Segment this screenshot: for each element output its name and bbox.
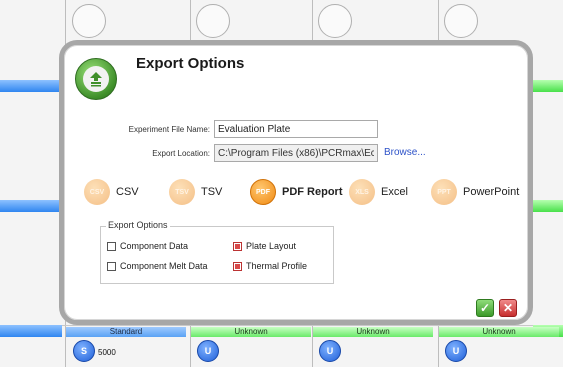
format-tsv-option[interactable]: TSV TSV xyxy=(169,179,222,205)
ppt-icon: PPT xyxy=(431,179,457,205)
well-status-bar xyxy=(0,325,62,337)
browse-link[interactable]: Browse... xyxy=(384,147,426,158)
plate-layout-checkbox[interactable]: Plate Layout xyxy=(233,241,296,251)
unknown-badge-icon[interactable]: U xyxy=(445,340,467,362)
unknown-badge-icon[interactable]: U xyxy=(197,340,219,362)
checkbox-icon xyxy=(107,241,116,251)
standard-badge-icon[interactable]: S xyxy=(73,340,95,362)
csv-icon: CSV xyxy=(84,179,110,205)
checkbox-checked-icon xyxy=(233,241,242,251)
export-options-dialog: Export Options Experiment File Name: Exp… xyxy=(59,40,533,325)
export-location-label: Export Location: xyxy=(152,149,210,158)
thermal-profile-checkbox[interactable]: Thermal Profile xyxy=(233,261,307,271)
well-status-bar xyxy=(0,80,62,92)
format-label: TSV xyxy=(201,186,223,198)
option-label: Component Melt Data xyxy=(120,261,208,271)
group-title: Export Options xyxy=(106,220,170,230)
export-location-input[interactable] xyxy=(214,144,378,162)
well[interactable] xyxy=(318,4,352,38)
well-type-label: Unknown xyxy=(313,327,433,337)
well-status-bar xyxy=(533,80,563,92)
well-status-bar xyxy=(533,200,563,212)
well-status-bar xyxy=(0,200,62,212)
well-type-label: Standard xyxy=(66,327,186,337)
well-type-label: Unknown xyxy=(191,327,311,337)
experiment-file-name-input[interactable] xyxy=(214,120,378,138)
check-icon: ✓ xyxy=(479,301,491,315)
format-label: CSV xyxy=(116,186,139,198)
format-csv-option[interactable]: CSV CSV xyxy=(84,179,139,205)
well-type-label: Unknown xyxy=(439,327,559,337)
option-label: Thermal Profile xyxy=(246,261,308,271)
close-icon: ✕ xyxy=(502,301,514,315)
format-label: PowerPoint xyxy=(463,186,520,198)
unknown-badge-icon[interactable]: U xyxy=(319,340,341,362)
cancel-button[interactable]: ✕ xyxy=(499,299,517,317)
well-quantity: 5000 xyxy=(98,348,116,357)
tsv-icon: TSV xyxy=(169,179,195,205)
checkbox-checked-icon xyxy=(233,261,242,271)
format-excel-option[interactable]: XLS Excel xyxy=(349,179,408,205)
dialog-title: Export Options xyxy=(136,55,245,72)
component-melt-data-checkbox[interactable]: Component Melt Data xyxy=(107,261,208,271)
experiment-file-name-label: Experiment File Name: xyxy=(128,125,210,134)
format-label: Excel xyxy=(381,186,408,198)
well[interactable] xyxy=(72,4,106,38)
pdf-icon: PDF xyxy=(250,179,276,205)
checkbox-icon xyxy=(107,261,116,271)
well[interactable] xyxy=(196,4,230,38)
format-label: PDF Report xyxy=(282,186,343,198)
export-icon xyxy=(75,58,117,100)
export-options-group: Export Options Component Data Plate Layo… xyxy=(100,220,334,284)
option-label: Component Data xyxy=(120,241,189,251)
option-label: Plate Layout xyxy=(246,241,297,251)
grid-line xyxy=(0,325,563,326)
component-data-checkbox[interactable]: Component Data xyxy=(107,241,188,251)
xls-icon: XLS xyxy=(349,179,375,205)
well[interactable] xyxy=(444,4,478,38)
ok-button[interactable]: ✓ xyxy=(476,299,494,317)
format-powerpoint-option[interactable]: PPT PowerPoint xyxy=(431,179,519,205)
format-pdf-option[interactable]: PDF PDF Report xyxy=(250,179,343,205)
